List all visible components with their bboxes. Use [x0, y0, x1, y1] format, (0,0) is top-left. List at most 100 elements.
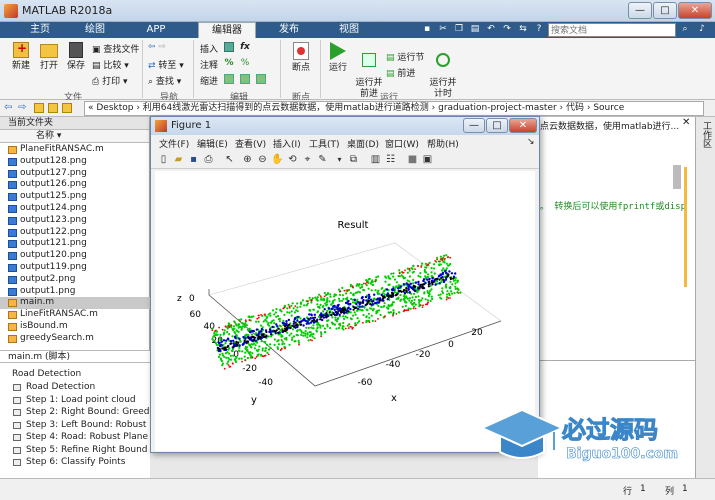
section-item[interactable]: Step 6: Classify Points	[0, 456, 150, 469]
menu-desktop[interactable]: 桌面(D)	[347, 137, 379, 150]
nav-back-icon[interactable]: ⇦	[4, 102, 12, 113]
file-row[interactable]: output127.png	[0, 168, 150, 180]
tab-editor[interactable]: 编辑器	[198, 22, 256, 38]
print-figure-icon[interactable]: ⎙	[202, 153, 215, 166]
maximize-button[interactable]: □	[653, 2, 677, 19]
increase-indent-icon[interactable]	[254, 74, 268, 87]
indent-button[interactable]: 缩进	[200, 74, 222, 87]
data-cursor-icon[interactable]: ⌖	[301, 153, 314, 166]
editor-scrollbar[interactable]	[673, 165, 681, 189]
folder-up-icon[interactable]	[34, 103, 44, 113]
back-forward-buttons[interactable]: ⇦ ⇨	[148, 42, 182, 52]
find-files-button[interactable]: ▣ 查找文件	[92, 42, 140, 55]
file-row[interactable]: output124.png	[0, 203, 150, 215]
save-icon[interactable]: ▪	[420, 22, 434, 36]
section-item[interactable]: Step 5: Refine Right Bound	[0, 444, 150, 457]
fx-button[interactable]: fx	[238, 42, 252, 52]
scatter-3d-plot[interactable]: Result-60-40-20020-40-2002040600xyz	[155, 171, 535, 451]
file-row[interactable]: output125.png	[0, 191, 150, 203]
file-row[interactable]: PlaneFitRANSAC.m	[0, 144, 150, 156]
menu-edit[interactable]: 编辑(E)	[197, 137, 228, 150]
bell-icon[interactable]: ♪	[695, 22, 709, 36]
close-button[interactable]: ✕	[678, 2, 712, 19]
file-row[interactable]: output1.png	[0, 286, 150, 298]
pointer-icon[interactable]: ↖	[223, 153, 236, 166]
name-column-header[interactable]: 名称 ▾	[0, 130, 149, 143]
advance-button[interactable]: ▤ 前进	[386, 66, 428, 79]
find-button[interactable]: ⌕ 查找 ▾	[148, 74, 188, 87]
run-section-button[interactable]: ▤ 运行节	[386, 50, 428, 63]
save-figure-icon[interactable]: ▪	[187, 153, 200, 166]
minimize-button[interactable]: —	[628, 2, 652, 19]
menu-help[interactable]: 帮助(H)	[427, 137, 459, 150]
hide-plot-tools-icon[interactable]: ■	[406, 153, 419, 166]
menu-tools[interactable]: 工具(T)	[309, 137, 340, 150]
undo-icon[interactable]: ↶	[484, 22, 498, 36]
file-row[interactable]: main.m	[0, 297, 150, 310]
help-icon[interactable]: ?	[532, 22, 546, 36]
figure-maximize-button[interactable]: □	[486, 118, 508, 133]
percent-comment-icon[interactable]: %	[222, 58, 236, 68]
copy-icon[interactable]: ❐	[452, 22, 466, 36]
nav-forward-icon[interactable]: ⇨	[18, 102, 26, 113]
save-button[interactable]: 保存	[64, 42, 88, 71]
folder-icon[interactable]	[48, 103, 58, 113]
file-row[interactable]: output126.png	[0, 179, 150, 191]
compare-button[interactable]: ▤ 比较 ▾	[92, 58, 140, 71]
code-line[interactable]: 。 转换后可以使用fprintf或disp	[540, 199, 686, 212]
menu-insert[interactable]: 插入(I)	[273, 137, 301, 150]
workspace-label[interactable]: 工作区	[700, 121, 713, 148]
zoom-in-icon[interactable]: ⊕	[241, 153, 254, 166]
comment-button[interactable]: 注释	[200, 58, 222, 71]
section-item[interactable]: Step 4: Road: Robust Plane Fitt...	[0, 431, 150, 444]
show-plot-tools-icon[interactable]: ▣	[421, 153, 434, 166]
print-button[interactable]: ⎙ 打印 ▾	[92, 74, 140, 87]
colorbar-icon[interactable]: ▥	[369, 153, 382, 166]
file-row[interactable]: output123.png	[0, 215, 150, 227]
menu-window[interactable]: 窗口(W)	[385, 137, 419, 150]
switch-windows-icon[interactable]: ⇆	[516, 22, 530, 36]
cut-icon[interactable]: ✂	[436, 22, 450, 36]
menu-view[interactable]: 查看(V)	[235, 137, 266, 150]
file-row[interactable]: output120.png	[0, 250, 150, 262]
tab-apps[interactable]: APP	[128, 22, 184, 38]
zoom-out-icon[interactable]: ⊖	[256, 153, 269, 166]
section-item[interactable]: Road Detection	[0, 381, 150, 394]
brush-icon[interactable]: ✎	[316, 153, 329, 166]
file-row[interactable]: LineFitRANSAC.m	[0, 309, 150, 321]
run-button[interactable]: 运行	[324, 42, 352, 73]
section-item[interactable]: Step 2: Right Bound: Greedy s...	[0, 406, 150, 419]
brush-dropdown-icon[interactable]: ▾	[333, 153, 346, 166]
new-figure-icon[interactable]: ▯	[157, 153, 170, 166]
file-row[interactable]: isBound.m	[0, 321, 150, 333]
menu-file[interactable]: 文件(F)	[159, 137, 189, 150]
search-icon[interactable]: ⌕	[678, 22, 692, 36]
pan-icon[interactable]: ✋	[271, 153, 284, 166]
file-row[interactable]: output2.png	[0, 274, 150, 286]
open-file-icon[interactable]: ▰	[172, 153, 185, 166]
goto-button[interactable]: ⇄ 转至 ▾	[148, 58, 188, 71]
file-row[interactable]: output128.png	[0, 156, 150, 168]
section-item[interactable]: Step 3: Left Bound: Robust Lin...	[0, 419, 150, 432]
indent-icon[interactable]	[222, 74, 236, 87]
rotate-3d-icon[interactable]: ⟲	[286, 153, 299, 166]
file-row[interactable]: output122.png	[0, 227, 150, 239]
browse-folder-icon[interactable]	[62, 103, 72, 113]
redo-icon[interactable]: ↷	[500, 22, 514, 36]
link-plot-icon[interactable]: ⧉	[347, 153, 360, 166]
wrap-comments-icon[interactable]: %	[238, 58, 252, 68]
decrease-indent-icon[interactable]	[238, 74, 252, 87]
file-row[interactable]: output119.png	[0, 262, 150, 274]
tab-view[interactable]: 视图	[322, 22, 376, 38]
path-breadcrumb[interactable]: « Desktop › 利用64线激光雷达扫描得到的点云数据数据，使用matla…	[84, 101, 704, 116]
section-item[interactable]: Step 1: Load point cloud	[0, 394, 150, 407]
insert-section-icon[interactable]	[222, 42, 236, 55]
figure-minimize-button[interactable]: —	[463, 118, 485, 133]
tab-home[interactable]: 主页	[18, 22, 62, 38]
paste-icon[interactable]: ▤	[468, 22, 482, 36]
breakpoints-button[interactable]: 断点	[286, 42, 316, 73]
search-input[interactable]	[548, 23, 676, 37]
editor-close-icon[interactable]: ✕	[682, 117, 690, 128]
tab-publish[interactable]: 发布	[262, 22, 316, 38]
dock-arrow-icon[interactable]: ↘	[527, 137, 535, 147]
